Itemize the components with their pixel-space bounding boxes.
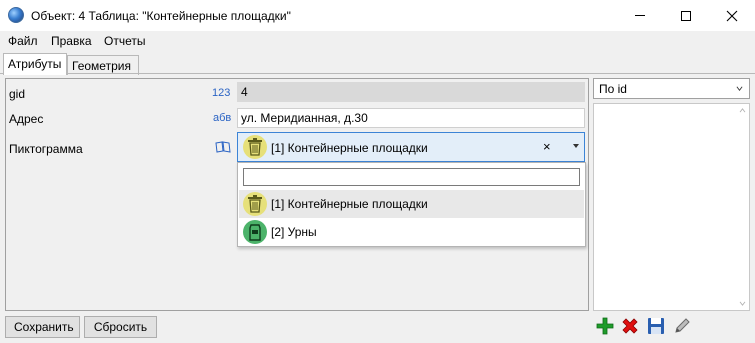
minimize-button[interactable]	[617, 0, 663, 31]
object-list[interactable]	[593, 103, 750, 311]
globe-icon	[8, 7, 24, 23]
number-type-icon: 123	[212, 87, 231, 99]
attributes-panel: gid 123 4 Адрес абв ул. Меридианная, д.3…	[5, 78, 589, 311]
add-button[interactable]	[594, 315, 616, 337]
dictionary-icon	[215, 141, 231, 153]
menu-reports[interactable]: Отчеты	[104, 34, 145, 48]
reset-button[interactable]: Сбросить	[84, 316, 157, 338]
save-button[interactable]: Сохранить	[5, 316, 80, 338]
sort-select-value: По id	[599, 82, 627, 96]
close-button[interactable]	[709, 0, 755, 31]
address-field[interactable]: ул. Меридианная, д.30	[237, 108, 585, 128]
dropdown-option-label: [1] Контейнерные площадки	[271, 197, 428, 211]
save-object-button[interactable]	[645, 315, 667, 337]
trash-bin-icon	[243, 192, 267, 216]
title-bar: Объект: 4 Таблица: "Контейнерные площадк…	[0, 0, 755, 31]
menu-bar: Файл Правка Отчеты	[0, 31, 755, 52]
dropdown-option-urns[interactable]: [2] Урны	[239, 218, 584, 246]
minimize-icon	[635, 15, 645, 16]
urn-icon	[243, 220, 267, 244]
dropdown-option-label: [2] Урны	[271, 225, 317, 239]
tab-geometry[interactable]: Геометрия	[67, 55, 139, 75]
menu-edit[interactable]: Правка	[51, 34, 92, 48]
delete-icon	[622, 318, 638, 334]
add-icon	[596, 317, 614, 335]
sort-select[interactable]: По id	[593, 78, 750, 99]
address-label: Адрес	[9, 112, 44, 126]
scroll-up-icon[interactable]	[739, 108, 746, 113]
pictogram-selected-value: [1] Контейнерные площадки	[271, 141, 428, 155]
tab-divider	[0, 73, 755, 74]
edit-icon	[675, 318, 690, 333]
chevron-down-icon	[736, 86, 743, 91]
trash-bin-icon	[243, 135, 267, 159]
dropdown-search-input[interactable]	[243, 168, 580, 186]
delete-button[interactable]	[619, 315, 641, 337]
gid-field: 4	[237, 82, 585, 102]
scroll-down-icon[interactable]	[739, 301, 746, 306]
object-list-panel: По id	[593, 78, 751, 311]
maximize-button[interactable]	[663, 0, 709, 31]
tab-attributes[interactable]: Атрибуты	[3, 53, 67, 75]
chevron-down-icon[interactable]	[572, 142, 580, 150]
maximize-icon	[681, 10, 691, 21]
edit-button[interactable]	[671, 315, 693, 337]
pictogram-combobox[interactable]: [1] Контейнерные площадки ×	[237, 132, 585, 162]
tab-bar: Атрибуты Геометрия	[0, 52, 755, 75]
gid-label: gid	[9, 87, 26, 101]
save-icon	[648, 318, 664, 334]
dropdown-option-containers[interactable]: [1] Контейнерные площадки	[239, 190, 584, 218]
menu-file[interactable]: Файл	[8, 34, 38, 48]
close-icon	[726, 10, 738, 21]
bottom-bar: Сохранить Сбросить	[0, 313, 755, 343]
pictogram-label: Пиктограмма	[9, 142, 83, 156]
clear-selection-button[interactable]: ×	[543, 139, 551, 154]
text-type-icon: абв	[213, 112, 232, 124]
window-title: Объект: 4 Таблица: "Контейнерные площадк…	[31, 9, 291, 23]
pictogram-dropdown: [1] Контейнерные площадки [2] Урны	[237, 162, 586, 247]
